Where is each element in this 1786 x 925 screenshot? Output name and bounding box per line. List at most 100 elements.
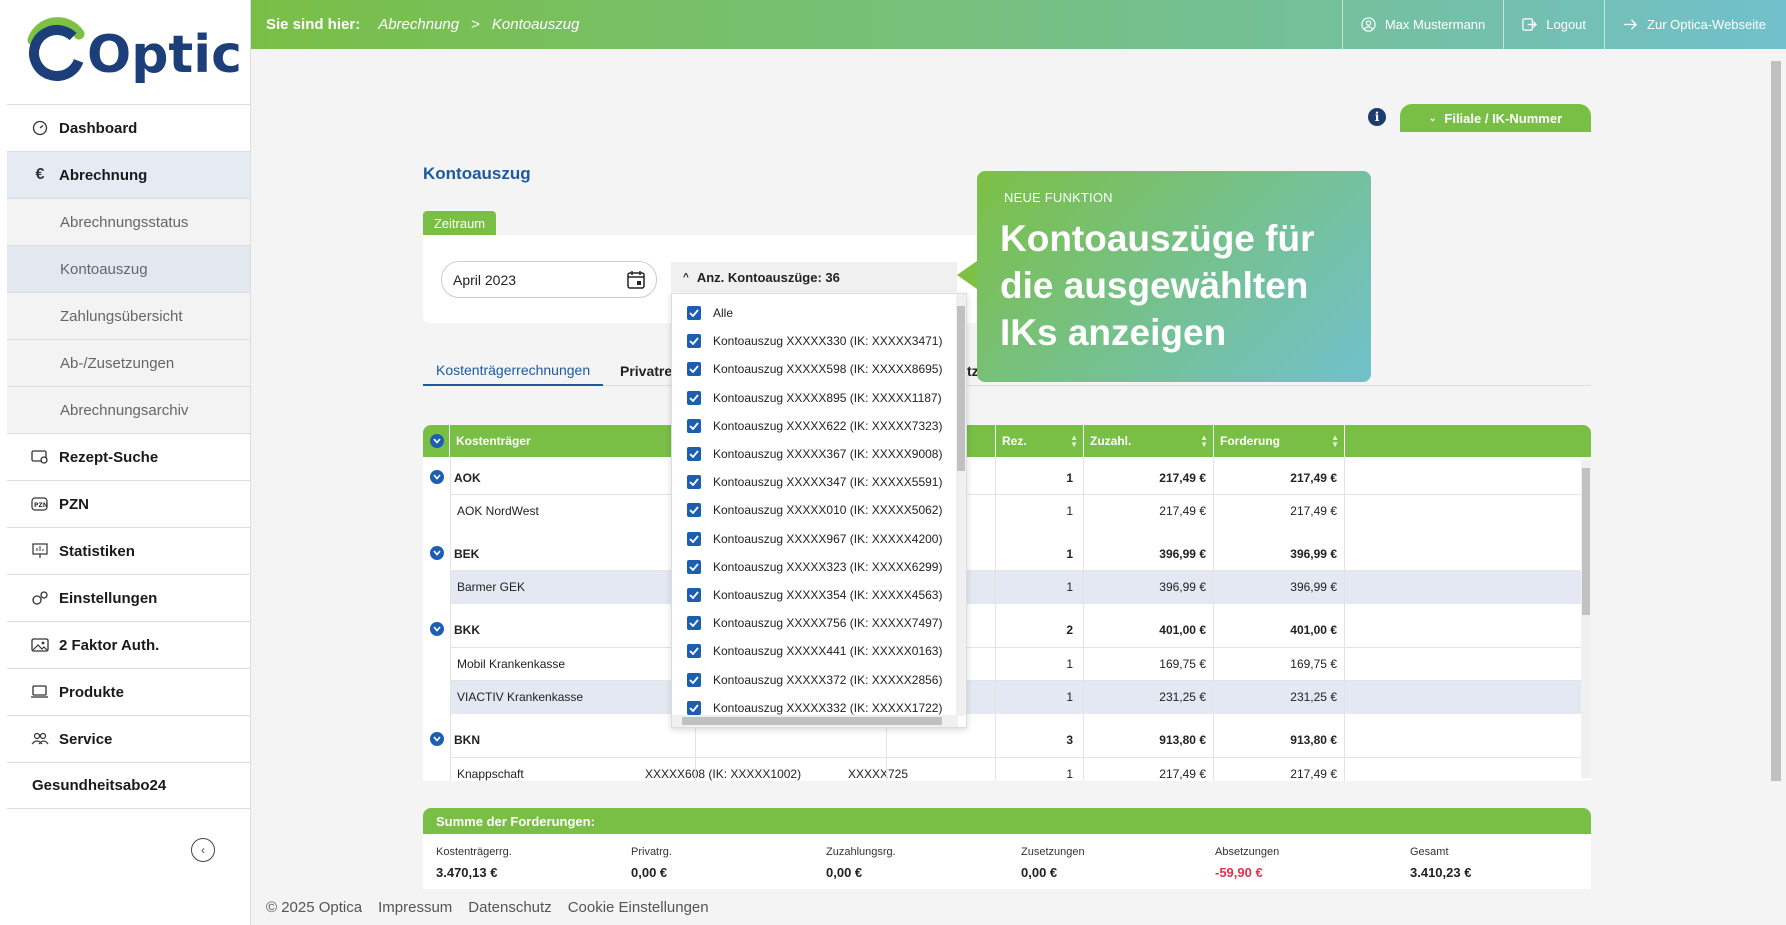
column-header-zuzahl[interactable]: Zuzahl. ▲ ▼ — [1084, 425, 1214, 457]
info-icon[interactable]: i — [1368, 108, 1386, 126]
sidebar-subitem-ab-zusetzungen[interactable]: Ab-/Zusetzungen — [7, 339, 250, 386]
dropdown-option-statement[interactable]: Kontoauszug XXXXX598 (IK: XXXXX8695) — [672, 355, 966, 383]
sidebar-item-2-faktor-auth[interactable]: 2 Faktor Auth. — [7, 621, 250, 668]
sidebar-item-produkte[interactable]: Produkte — [7, 668, 250, 715]
table-group-row[interactable]: BEK 1 396,99 €396,99 € — [423, 537, 1581, 571]
checkbox-checked-icon[interactable] — [687, 418, 701, 433]
checkbox-checked-icon[interactable] — [687, 672, 701, 687]
dropdown-option-statement[interactable]: Kontoauszug XXXXX622 (IK: XXXXX7323) — [672, 412, 966, 440]
checkbox-checked-icon[interactable] — [687, 531, 701, 546]
checkbox-checked-icon[interactable] — [687, 475, 701, 490]
checkbox-checked-icon[interactable] — [687, 700, 701, 715]
dropdown-option-statement[interactable]: Kontoauszug XXXXX756 (IK: XXXXX7497) — [672, 609, 966, 637]
tab-privatrechnungen[interactable]: Privatre — [620, 355, 672, 386]
chevron-down-icon[interactable] — [430, 732, 444, 746]
dropdown-option-statement[interactable]: Kontoauszug XXXXX330 (IK: XXXXX3471) — [672, 327, 966, 355]
checkbox-checked-icon[interactable] — [687, 447, 701, 462]
logout-label: Logout — [1546, 17, 1587, 32]
chevron-up-icon: ^ — [683, 271, 689, 283]
chevron-down-icon[interactable] — [430, 622, 444, 636]
chevron-down-icon[interactable] — [430, 470, 444, 484]
table-row[interactable]: Barmer GEK571396,99 €396,99 € — [423, 570, 1581, 604]
sidebar-subitem-kontoauszug[interactable]: Kontoauszug — [7, 245, 250, 292]
calendar-icon[interactable] — [626, 270, 646, 293]
zuzahl-cell: 169,75 € — [1159, 657, 1206, 671]
table-row[interactable]: AOK NordWest351217,49 €217,49 € — [423, 494, 1581, 528]
sidebar-item-gesundheitsabo24[interactable]: Gesundheitsabo24 — [7, 762, 250, 809]
footer-link-datenschutz[interactable]: Datenschutz — [468, 899, 551, 916]
optica-logo[interactable]: Optica — [7, 0, 250, 104]
collapse-sidebar-button[interactable]: ‹ — [191, 838, 215, 862]
dropdown-option-alle[interactable]: Alle — [672, 299, 966, 327]
dropdown-option-statement[interactable]: Kontoauszug XXXXX967 (IK: XXXXX4200) — [672, 525, 966, 553]
sidebar-item-dashboard[interactable]: Dashboard — [7, 104, 250, 151]
column-header-forderung[interactable]: Forderung ▲ ▼ — [1214, 425, 1345, 457]
table-scrollbar[interactable] — [1581, 460, 1591, 778]
sidebar-item-pzn[interactable]: PZN PZN — [7, 480, 250, 527]
checkbox-checked-icon[interactable] — [687, 362, 701, 377]
tab-kostentraegerrechnungen[interactable]: Kostenträgerrechnungen — [423, 355, 604, 386]
website-link[interactable]: Zur Optica-Webseite — [1604, 0, 1786, 49]
dropdown-option-statement[interactable]: Kontoauszug XXXXX354 (IK: XXXXX4563) — [672, 581, 966, 609]
sidebar-item-einstellungen[interactable]: Einstellungen — [7, 574, 250, 621]
dropdown-option-statement[interactable]: Kontoauszug XXXXX010 (IK: XXXXX5062) — [672, 496, 966, 524]
summary-value: -59,90 € — [1215, 865, 1263, 880]
table-group-row[interactable]: BKK 2 401,00 €401,00 € — [423, 613, 1581, 647]
zuzahl-cell: 217,49 € — [1159, 504, 1206, 518]
checkbox-checked-icon[interactable] — [687, 616, 701, 631]
dropdown-option-statement[interactable]: Kontoauszug XXXXX367 (IK: XXXXX9008) — [672, 440, 966, 468]
chevron-down-icon[interactable] — [430, 546, 444, 560]
statements-dropdown-list: Alle Kontoauszug XXXXX330 (IK: XXXXX3471)… — [671, 293, 967, 728]
image-icon — [31, 636, 49, 654]
dropdown-option-statement[interactable]: Kontoauszug XXXXX372 (IK: XXXXX2856) — [672, 665, 966, 693]
column-divider — [995, 457, 996, 781]
checkbox-checked-icon[interactable] — [687, 390, 701, 405]
statements-dropdown-toggle[interactable]: ^ Anz. Kontoauszüge: 36 — [671, 262, 957, 292]
footer-link-impressum[interactable]: Impressum — [378, 899, 452, 916]
checkbox-checked-icon[interactable] — [687, 644, 701, 659]
dropdown-option-label: Kontoauszug XXXXX010 (IK: XXXXX5062) — [713, 503, 943, 518]
checkbox-checked-icon[interactable] — [687, 503, 701, 518]
group-name: AOK — [454, 471, 481, 485]
sidebar-item-label: Kontoauszug — [60, 260, 148, 278]
dropdown-option-statement[interactable]: Kontoauszug XXXXX895 (IK: XXXXX1187) — [672, 384, 966, 412]
user-menu-button[interactable]: Max Mustermann — [1341, 0, 1503, 49]
table-group-row[interactable]: AOK 1 217,49 €217,49 € — [423, 461, 1581, 495]
footer-link-cookie-einstellungen[interactable]: Cookie Einstellungen — [568, 899, 709, 916]
page-scrollbar-thumb[interactable] — [1771, 61, 1781, 781]
dropdown-option-statement[interactable]: Kontoauszug XXXXX347 (IK: XXXXX5591) — [672, 468, 966, 496]
sidebar-subitem-zahlungsuebersicht[interactable]: Zahlungsübersicht — [7, 292, 250, 339]
sidebar-item-abrechnung[interactable]: € Abrechnung — [7, 151, 250, 198]
sidebar-subitem-abrechnungsarchiv[interactable]: Abrechnungsarchiv — [7, 386, 250, 433]
sidebar-item-service[interactable]: Service — [7, 715, 250, 762]
column-header-kostentraeger[interactable]: Kostenträger ▲ — [450, 425, 695, 457]
breadcrumb-item-abrechnung[interactable]: Abrechnung — [378, 16, 459, 33]
table-scrollbar-thumb[interactable] — [1582, 468, 1590, 615]
month-picker-input[interactable]: April 2023 — [441, 261, 657, 298]
checkbox-checked-icon[interactable] — [687, 306, 701, 321]
checkbox-checked-icon[interactable] — [687, 334, 701, 349]
summary-title: Summe der Forderungen: — [423, 808, 1591, 834]
sidebar-item-rezept-suche[interactable]: Rezept-Suche — [7, 433, 250, 480]
dropdown-scrollbar[interactable] — [956, 294, 966, 716]
dropdown-option-statement[interactable]: Kontoauszug XXXXX323 (IK: XXXXX6299) — [672, 553, 966, 581]
page-scrollbar[interactable] — [1766, 49, 1786, 889]
table-row[interactable]: Knappschaft XXXXX608 (IK: XXXXX1002) XXXXX… — [423, 757, 1581, 781]
dropdown-horizontal-scrollbar[interactable] — [672, 715, 958, 727]
filiale-ik-button[interactable]: ⌄ Filiale / IK-Nummer — [1400, 104, 1591, 132]
expand-all-button[interactable] — [423, 425, 450, 457]
dropdown-option-statement[interactable]: Kontoauszug XXXXX441 (IK: XXXXX0163) — [672, 637, 966, 665]
statement-table: AOK1217,49 €217,49 €AOK NordWest351217,4… — [423, 457, 1591, 781]
logout-button[interactable]: Logout — [1503, 0, 1604, 49]
dropdown-horizontal-scrollbar-thumb[interactable] — [682, 717, 942, 725]
column-header-rez[interactable]: Rez. ▲ ▼ — [996, 425, 1084, 457]
checkbox-checked-icon[interactable] — [687, 559, 701, 574]
sidebar-item-statistiken[interactable]: Statistiken — [7, 527, 250, 574]
table-group-row[interactable]: BKN 3 913,80 € 913,80 € — [423, 723, 1581, 757]
table-row[interactable]: VIACTIV Krankenkasse541231,25 €231,25 € — [423, 680, 1581, 714]
checkbox-checked-icon[interactable] — [687, 587, 701, 602]
dropdown-scrollbar-thumb[interactable] — [957, 306, 965, 471]
sidebar-subitem-abrechnungsstatus[interactable]: Abrechnungsstatus — [7, 198, 250, 245]
zuzahl-cell: 217,49 € — [1159, 767, 1206, 781]
table-row[interactable]: Mobil Krankenkasse351169,75 €169,75 € — [423, 647, 1581, 681]
